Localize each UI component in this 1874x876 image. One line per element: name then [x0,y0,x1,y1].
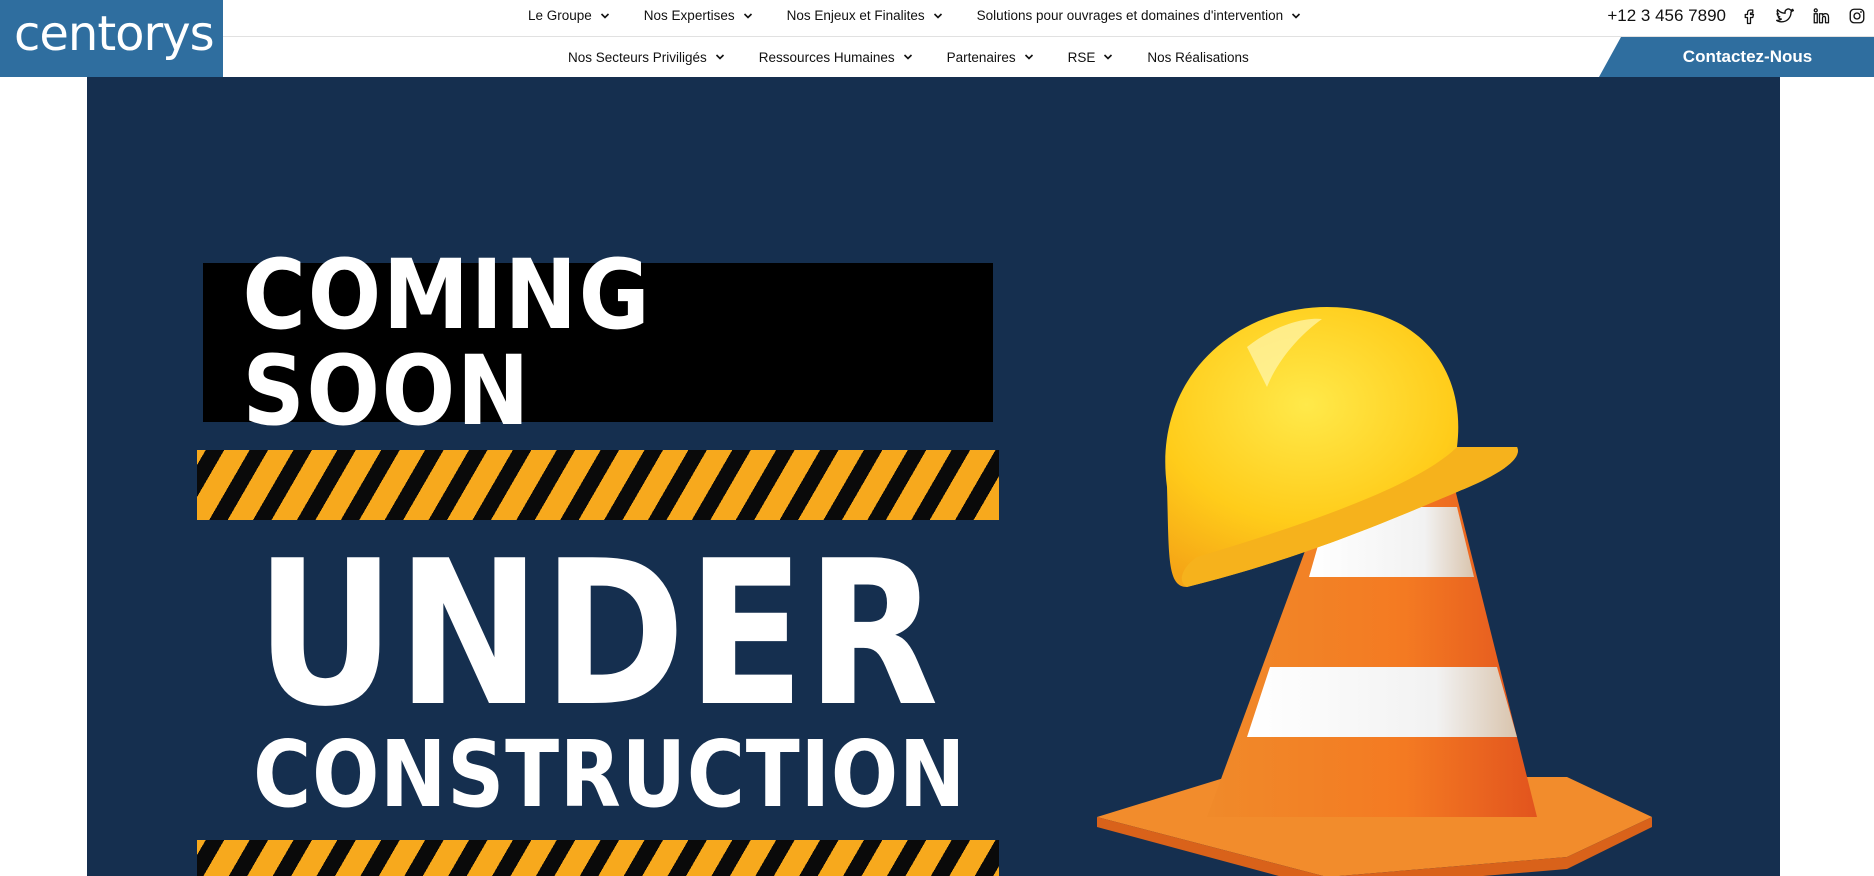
cta-label: Contactez-Nous [1682,47,1813,66]
nav-item-secteurs[interactable]: Nos Secteurs Priviligés [568,50,725,65]
traffic-cone-hardhat-illustration [1097,307,1652,876]
top-menu: Le Groupe Nos Expertises Nos Enjeux et F… [528,0,1335,31]
nav-item-label: Solutions pour ouvrages et domaines d'in… [976,8,1284,23]
facebook-icon[interactable] [1736,3,1762,29]
chevron-down-icon [903,54,912,60]
contact-bar: +12 3 456 7890 [1607,0,1874,31]
chevron-down-icon [715,54,724,60]
nav-item-label: RSE [1067,49,1096,65]
nav-item-label: Le Groupe [528,8,592,23]
nav-item-label: Nos Expertises [643,8,735,23]
nav-item-solutions[interactable]: Solutions pour ouvrages et domaines d'in… [977,8,1302,23]
nav-item-label: Nos Réalisations [1147,49,1249,65]
logo-text: centorys [14,6,215,62]
twitter-icon[interactable] [1772,3,1798,29]
chevron-down-icon [743,12,752,19]
construction-text: CONSTRUCTION [253,721,967,828]
instagram-icon[interactable] [1844,3,1870,29]
site-logo[interactable]: centorys [0,0,223,77]
chevron-down-icon [600,12,609,19]
chevron-down-icon [1024,54,1033,60]
linkedin-icon[interactable] [1808,3,1834,29]
hazard-stripe-top [197,450,999,520]
nav-item-nos-expertises[interactable]: Nos Expertises [644,8,753,23]
nav-item-nos-enjeux[interactable]: Nos Enjeux et Finalites [787,8,943,23]
chevron-down-icon [1104,54,1113,60]
nav-item-realisations[interactable]: Nos Réalisations [1147,50,1248,65]
page: centorys Le Groupe Nos Expertises Nos En… [0,0,1874,876]
under-text: UNDER [255,518,941,751]
nav-item-label: Partenaires [946,49,1016,65]
nav-item-label: Nos Secteurs Priviligés [568,49,707,65]
nav-item-le-groupe[interactable]: Le Groupe [528,8,610,23]
nav-item-rse[interactable]: RSE [1068,50,1114,65]
top-navigation: Le Groupe Nos Expertises Nos Enjeux et F… [223,0,1874,37]
phone-number[interactable]: +12 3 456 7890 [1607,6,1726,26]
contact-us-button[interactable]: Contactez-Nous [1599,37,1874,77]
hero-banner: COMING SOON UNDER CONSTRUCTION [87,77,1780,876]
hazard-stripe-bottom [197,840,999,876]
coming-soon-text: COMING SOON [242,238,652,447]
nav-item-label: Nos Enjeux et Finalites [786,8,925,23]
nav-item-ressources-humaines[interactable]: Ressources Humaines [759,50,913,65]
nav-item-partenaires[interactable]: Partenaires [947,50,1034,65]
secondary-menu: Nos Secteurs Priviligés Ressources Humai… [568,37,1283,77]
coming-soon-banner: COMING SOON [203,247,993,439]
chevron-down-icon [1292,12,1301,19]
chevron-down-icon [933,12,942,19]
nav-item-label: Ressources Humaines [758,49,895,65]
